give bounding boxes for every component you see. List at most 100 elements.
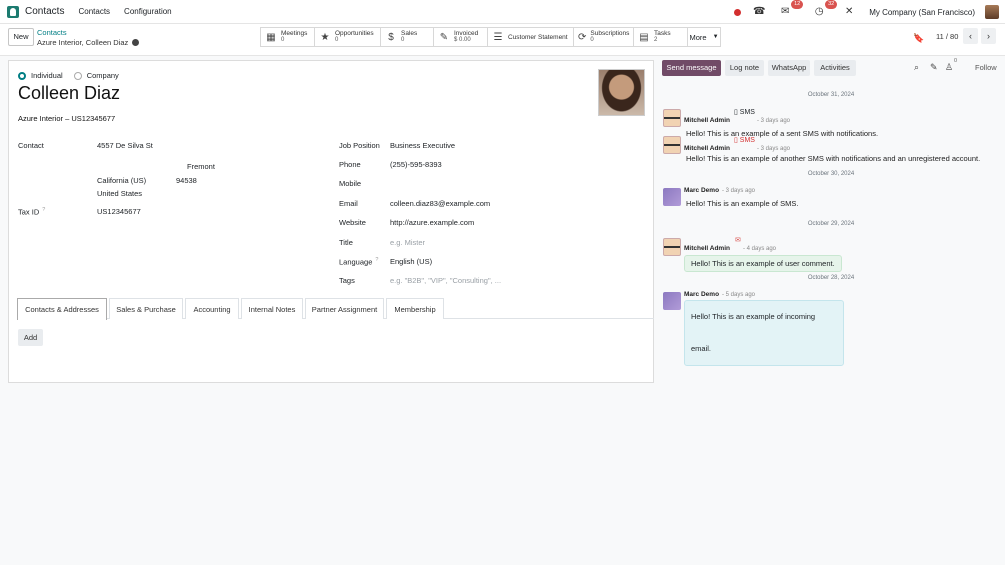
user-avatar[interactable] bbox=[985, 5, 999, 19]
message-author[interactable]: Marc Demo bbox=[684, 291, 719, 298]
message-author[interactable]: Mitchell Admin bbox=[684, 245, 730, 252]
tab-internal-notes[interactable]: Internal Notes bbox=[241, 298, 303, 319]
avatar[interactable] bbox=[663, 109, 681, 127]
app-name[interactable]: Contacts bbox=[25, 6, 64, 17]
country-field[interactable]: United States bbox=[97, 189, 142, 198]
website-field[interactable]: http://azure.example.com bbox=[390, 218, 474, 227]
partner-name-field[interactable]: Colleen Diaz bbox=[18, 83, 120, 104]
tab-partner-assignment[interactable]: Partner Assignment bbox=[305, 298, 384, 319]
date-separator: October 28, 2024 bbox=[807, 275, 855, 281]
add-contact-button[interactable]: Add bbox=[18, 329, 43, 346]
radio-individual[interactable] bbox=[18, 71, 26, 80]
new-button[interactable]: New bbox=[8, 28, 34, 46]
menu-configuration[interactable]: Configuration bbox=[124, 7, 172, 16]
breadcrumb-parent[interactable]: Contacts bbox=[37, 28, 67, 37]
caret-down-icon: ▼ bbox=[712, 34, 719, 40]
followers-count: 0 bbox=[954, 58, 958, 64]
state-field[interactable]: California (US) bbox=[97, 176, 146, 185]
language-field[interactable]: English (US) bbox=[390, 257, 432, 266]
avatar[interactable] bbox=[663, 136, 681, 154]
website-label: Website bbox=[339, 218, 366, 227]
contacts-app-icon[interactable] bbox=[7, 5, 19, 18]
message-date: - 4 days ago bbox=[743, 246, 777, 252]
customer-statement-button[interactable]: ☰ Customer Statement bbox=[487, 27, 573, 47]
message-author[interactable]: Mitchell Admin bbox=[684, 145, 730, 152]
smart-value: 0 bbox=[335, 37, 339, 43]
tab-contacts-addresses[interactable]: Contacts & Addresses bbox=[17, 298, 107, 320]
message-author[interactable]: Mitchell Admin bbox=[684, 117, 730, 124]
tax-id-field[interactable]: US12345677 bbox=[97, 207, 141, 216]
search-icon[interactable]: ⌕ bbox=[914, 62, 919, 73]
followers-icon[interactable]: ♙ bbox=[945, 62, 953, 73]
phone-icon[interactable]: ☎ bbox=[751, 5, 767, 19]
calendar-icon: ▦ bbox=[266, 31, 276, 43]
opportunities-button[interactable]: ★ Opportunities 0 bbox=[314, 27, 380, 47]
sales-button[interactable]: $ Sales 0 bbox=[380, 27, 433, 47]
tasks-button[interactable]: ▤ Tasks 2 bbox=[633, 27, 687, 47]
smart-value: 0 bbox=[401, 37, 405, 43]
avatar[interactable] bbox=[663, 238, 681, 256]
activities-button[interactable]: Activities bbox=[814, 60, 856, 76]
radio-company[interactable] bbox=[73, 71, 82, 80]
job-position-field[interactable]: Business Executive bbox=[390, 141, 455, 150]
message-body: Hello! This is an example of a sent SMS … bbox=[686, 129, 879, 138]
title-field[interactable]: e.g. Mister bbox=[390, 238, 425, 247]
date-separator: October 31, 2024 bbox=[807, 92, 855, 98]
company-switcher[interactable]: My Company (San Francisco) bbox=[869, 8, 975, 17]
send-message-button[interactable]: Send message bbox=[662, 60, 721, 76]
menu-contacts[interactable]: Contacts bbox=[78, 7, 110, 16]
tab-accounting[interactable]: Accounting bbox=[185, 298, 239, 319]
recording-status-dot[interactable] bbox=[734, 8, 742, 16]
message-body: Hello! This is an example of SMS. bbox=[686, 199, 799, 208]
follow-button[interactable]: Follow bbox=[975, 63, 997, 72]
city-field[interactable]: Fremont bbox=[187, 162, 215, 171]
parent-company-field[interactable]: Azure Interior – US12345677 bbox=[18, 114, 115, 123]
tags-field[interactable]: e.g. "B2B", "VIP", "Consulting", ... bbox=[390, 276, 501, 285]
control-panel: New Contacts Azure Interior, Colleen Dia… bbox=[0, 24, 1005, 56]
mobile-field[interactable] bbox=[390, 179, 640, 189]
zip-field[interactable]: 94538 bbox=[176, 176, 197, 185]
tax-id-help-icon[interactable]: ? bbox=[42, 207, 45, 213]
activity-clock-icon[interactable]: ◷ 32 bbox=[811, 0, 838, 19]
phone-field[interactable]: (255)-595-8393 bbox=[390, 160, 442, 169]
form-sheet: Individual Company Colleen Diaz Azure In… bbox=[8, 60, 654, 383]
message-author[interactable]: Marc Demo bbox=[684, 187, 719, 194]
message-body: Hello! This is an example of another SMS… bbox=[686, 154, 981, 163]
log-note-button[interactable]: Log note bbox=[725, 60, 764, 76]
smart-label: Subscriptions bbox=[590, 30, 630, 37]
tab-sales-purchase[interactable]: Sales & Purchase bbox=[109, 298, 183, 319]
pager-value[interactable]: 11 / 80 bbox=[936, 32, 958, 41]
pager-previous-button[interactable]: ‹ bbox=[963, 28, 978, 44]
dollar-icon: $ bbox=[388, 31, 394, 43]
date-separator: October 30, 2024 bbox=[807, 171, 855, 177]
partner-photo[interactable] bbox=[598, 69, 645, 116]
envelope-icon: ✉ bbox=[735, 237, 741, 244]
company-type-radio: Individual Company bbox=[18, 71, 119, 80]
street-field[interactable]: 4557 De Silva St bbox=[97, 141, 153, 150]
avatar[interactable] bbox=[663, 292, 681, 310]
more-label: More bbox=[689, 32, 707, 42]
meetings-button[interactable]: ▦ Meetings 0 bbox=[260, 27, 314, 47]
more-button[interactable]: More ▼ bbox=[687, 27, 721, 47]
whatsapp-button[interactable]: WhatsApp bbox=[768, 60, 810, 76]
avatar[interactable] bbox=[663, 188, 681, 206]
invoiced-button[interactable]: ✎ Invoiced $ 0.00 bbox=[433, 27, 487, 47]
sms-tag-error: ▯ SMS bbox=[734, 137, 755, 144]
tools-icon[interactable]: ✕ bbox=[841, 5, 857, 19]
gear-icon[interactable] bbox=[132, 39, 140, 46]
radio-individual-label[interactable]: Individual bbox=[31, 71, 63, 80]
email-field[interactable]: colleen.diaz83@example.com bbox=[390, 199, 490, 208]
radio-company-label[interactable]: Company bbox=[87, 71, 119, 80]
language-label-text: Language bbox=[339, 257, 373, 267]
paperclip-icon[interactable]: ✎ bbox=[930, 62, 938, 73]
tab-membership[interactable]: Membership bbox=[386, 298, 444, 319]
bookmark-icon[interactable]: 🔖 bbox=[913, 33, 924, 44]
message-date: - 3 days ago bbox=[722, 188, 756, 194]
subscriptions-button[interactable]: ⟳ Subscriptions 0 bbox=[573, 27, 633, 47]
pager-next-button[interactable]: › bbox=[981, 28, 996, 44]
activity-badge: 32 bbox=[825, 0, 838, 9]
language-help-icon[interactable]: ? bbox=[375, 257, 378, 263]
chat-icon[interactable]: ✉ 12 bbox=[777, 0, 804, 19]
refresh-icon: ⟳ bbox=[578, 31, 587, 43]
chatter-panel: Send message Log note WhatsApp Activitie… bbox=[657, 56, 1005, 565]
